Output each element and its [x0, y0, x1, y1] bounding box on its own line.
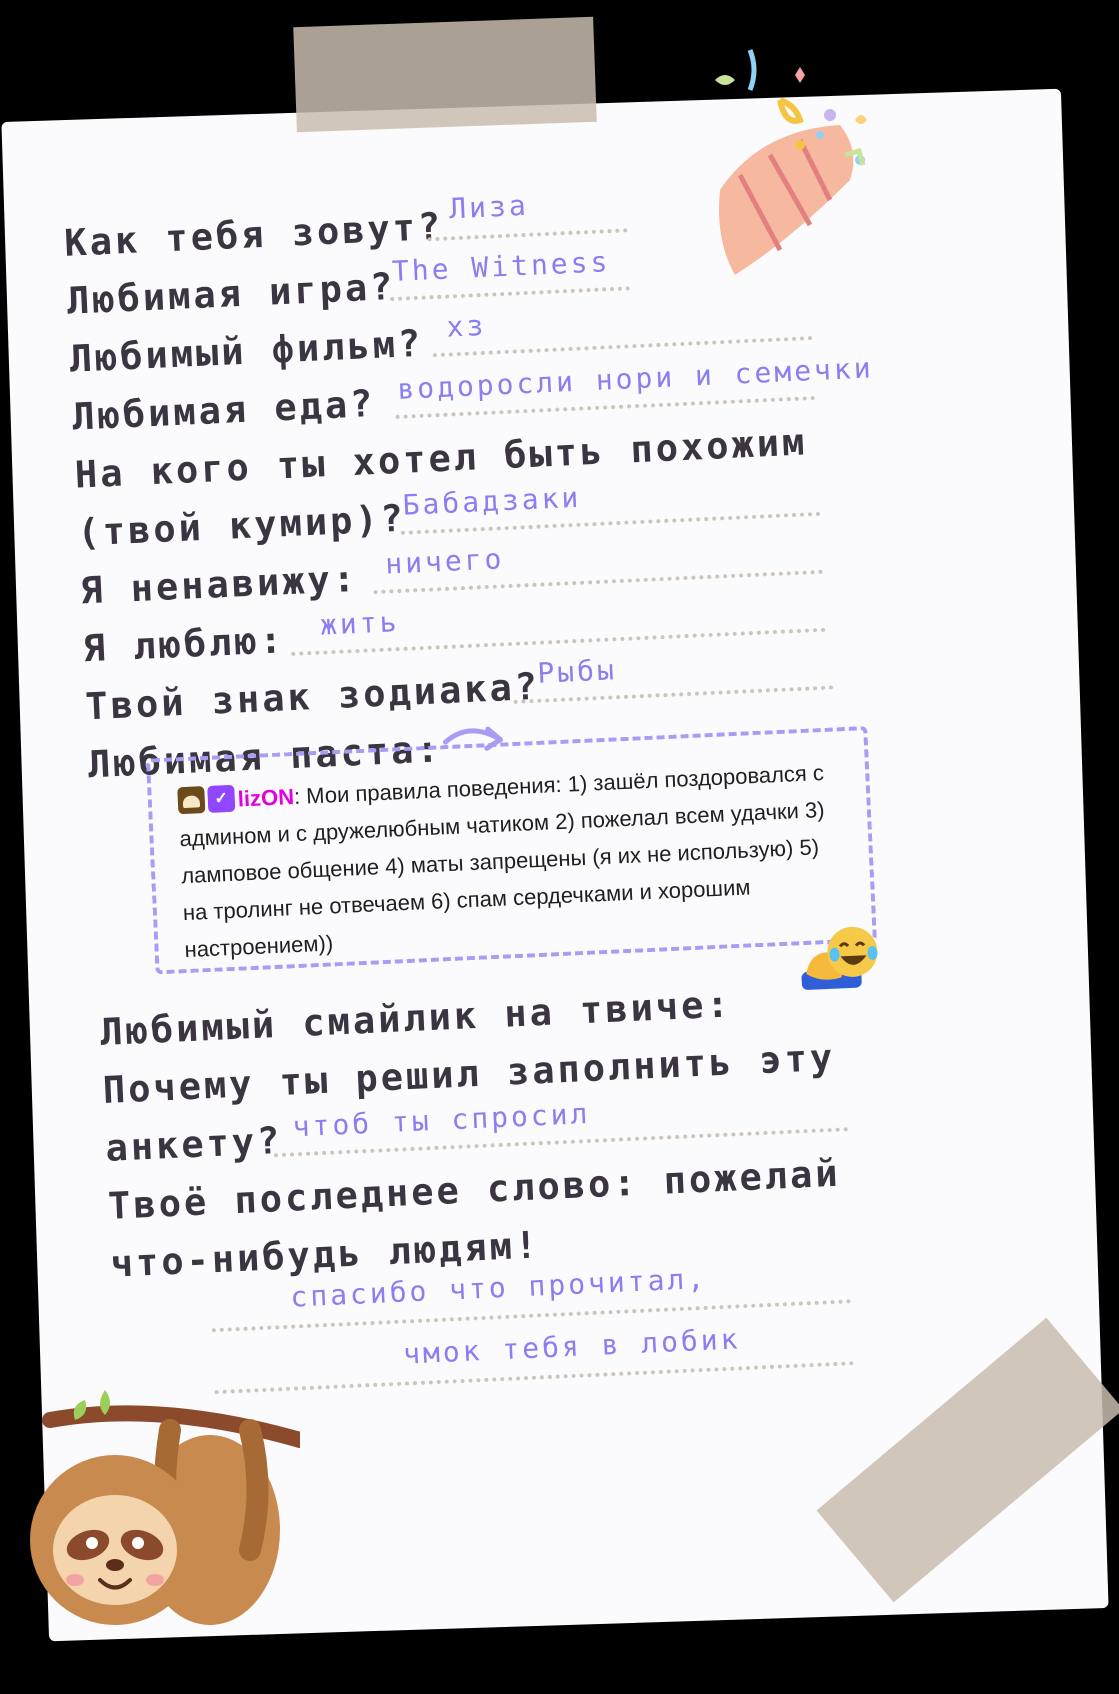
- question-why-line2: анкету?: [104, 1118, 284, 1170]
- laughing-emote-icon: [801, 926, 878, 990]
- answer-love: жить: [319, 605, 401, 642]
- question-emote: Любимый смайлик на твиче:: [99, 982, 733, 1055]
- answer-name: Лиза: [448, 188, 530, 226]
- answer-line: [214, 1361, 855, 1395]
- question-idol-line2: (твой кумир)?: [76, 496, 407, 555]
- moderator-badge-icon: [177, 786, 206, 815]
- sloth-icon: [30, 1390, 300, 1625]
- question-food: Любимая еда?: [71, 381, 377, 439]
- paste-message: lizON: Мои правила поведения: 1) зашёл п…: [177, 753, 847, 968]
- answer-film: хз: [445, 308, 488, 344]
- verified-badge-icon: [207, 784, 236, 813]
- question-hate: Я ненавижу:: [79, 556, 359, 613]
- answer-line: [427, 228, 628, 242]
- answer-game: The Witness: [391, 245, 612, 289]
- answer-idol: Бабадзаки: [401, 480, 582, 522]
- paste-box: lizON: Мои правила поведения: 1) зашёл п…: [145, 725, 877, 975]
- answer-last-line2: чмок тебя в лобик: [402, 1322, 742, 1371]
- answer-zodiac: Рыбы: [536, 653, 618, 690]
- paste-username: lizON: [237, 784, 295, 812]
- answer-line: [390, 286, 631, 302]
- answer-why: чтоб ты спросил: [291, 1096, 592, 1144]
- question-name: Как тебя зовут?: [63, 204, 445, 265]
- answer-line: [432, 336, 813, 358]
- question-love: Я люблю:: [81, 618, 286, 671]
- question-game: Любимая игра?: [66, 264, 397, 323]
- question-film: Любимый фильм?: [68, 321, 425, 381]
- answer-hate: ничего: [384, 542, 506, 581]
